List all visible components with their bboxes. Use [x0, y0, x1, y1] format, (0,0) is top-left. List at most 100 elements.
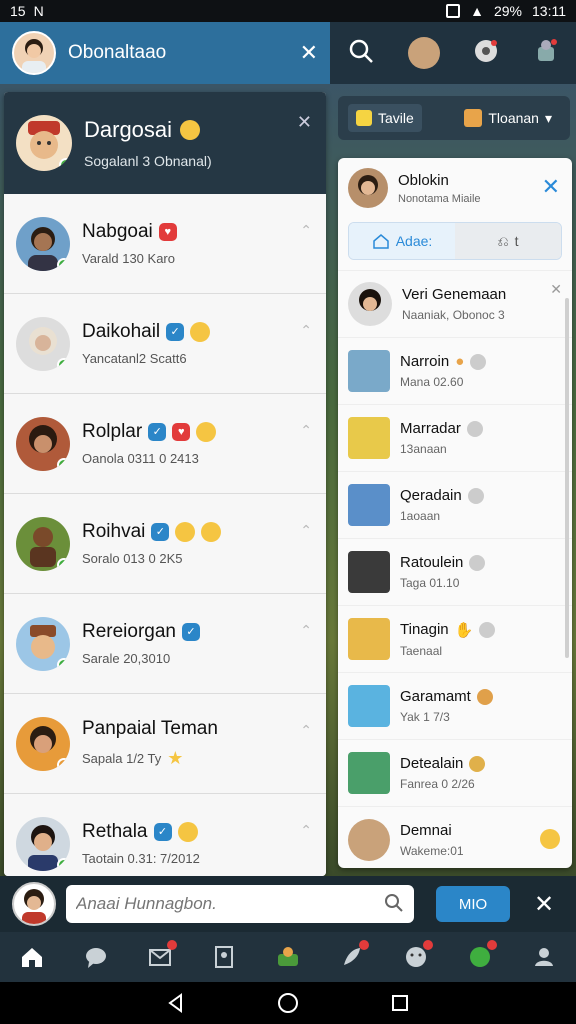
- list-item[interactable]: Rolplar ✓ ♥ Oanola 0311 0 2413 ⌃: [4, 394, 326, 494]
- segment-adae[interactable]: Adae:: [349, 223, 455, 259]
- header-avatar: [16, 115, 72, 171]
- chevron-down-icon: ▾: [544, 109, 552, 126]
- system-nav: [0, 982, 576, 1024]
- battery-percent: 29%: [493, 3, 522, 19]
- item-name: Garamamt: [400, 688, 471, 705]
- feather-icon[interactable]: [339, 940, 369, 970]
- item-name: Qeradain: [400, 487, 462, 504]
- header-name: Oblokin: [398, 171, 449, 189]
- close-icon[interactable]: ✕: [550, 281, 562, 298]
- item-meta: Mana 02.60: [400, 375, 464, 389]
- header-sub: Nonotama Miaile: [398, 192, 481, 205]
- panel-header: Dargosai Sogalanl 3 Obnanal) ✕: [4, 92, 326, 194]
- chevron-up-icon[interactable]: ⌃: [300, 722, 312, 739]
- item-meta: Taenaal: [400, 643, 443, 658]
- emoji-icon[interactable]: [403, 940, 433, 970]
- character-icon[interactable]: [532, 37, 560, 70]
- segment-other[interactable]: ⎌ t: [455, 223, 561, 259]
- avatar: [16, 316, 70, 371]
- list-item[interactable]: Rethala ✓ Taotain 0.31: 7/2012 ⌃: [4, 794, 326, 876]
- item-name: Rolplar: [82, 421, 143, 442]
- list-item[interactable]: Tinagin ✋ Taenaal: [338, 605, 572, 672]
- status-icon: [466, 420, 483, 437]
- notification-dot: [487, 940, 497, 950]
- avatar: [16, 716, 70, 771]
- list-item[interactable]: Ratoulein Taga 01.10: [338, 538, 572, 605]
- tools-icon[interactable]: ✕: [300, 40, 318, 66]
- online-indicator: [57, 257, 70, 271]
- verified-icon: ✓: [182, 623, 200, 641]
- status-bar: 15 N ▲ 29% 13:11: [0, 0, 576, 22]
- search-input[interactable]: [66, 885, 414, 923]
- search-icon[interactable]: [384, 893, 404, 913]
- character-icon: [464, 109, 483, 127]
- item-meta: Taga 01.10: [400, 576, 460, 590]
- verified-icon: ✓: [153, 823, 172, 841]
- close-icon[interactable]: ✕: [297, 112, 312, 133]
- smile-emoji-icon: [190, 322, 211, 342]
- status-icon: [469, 755, 486, 772]
- home-icon[interactable]: [19, 944, 45, 970]
- list-item[interactable]: Daikohail ✓ Yancatanl2 Scatt6 ⌃: [4, 294, 326, 394]
- status-time: 13:11: [532, 3, 566, 19]
- avatar: [348, 417, 390, 459]
- list-item[interactable]: Veri Genemaan Naaniak, Obonoc 3 ✕: [338, 270, 572, 337]
- profile-card-icon[interactable]: [211, 944, 237, 970]
- lock-icon: ⎌: [497, 232, 509, 249]
- avatar: [348, 168, 388, 208]
- avatar: [16, 816, 70, 871]
- list-item[interactable]: Detealain Fanrea 0 2/26: [338, 739, 572, 806]
- close-icon[interactable]: ✕: [542, 174, 560, 200]
- chevron-up-icon[interactable]: ⌃: [300, 622, 312, 639]
- chevron-up-icon[interactable]: ⌃: [300, 422, 312, 439]
- list-item[interactable]: Rereiorgan ✓ Sarale 20,3010 ⌃: [4, 594, 326, 694]
- online-indicator: [57, 557, 70, 571]
- item-meta: Yancatanl2 Scatt6: [82, 351, 187, 366]
- home-button-icon[interactable]: [277, 992, 299, 1014]
- tab-tavile[interactable]: Tavile: [348, 104, 422, 132]
- avatar: [348, 484, 390, 526]
- list-item[interactable]: Garamamt Yak 1 7/3: [338, 672, 572, 739]
- submit-button[interactable]: MIO: [436, 886, 510, 922]
- my-avatar[interactable]: [12, 882, 56, 926]
- notification-dot: [167, 940, 177, 950]
- heart-badge-icon: ♥: [158, 223, 177, 241]
- chevron-up-icon[interactable]: ⌃: [300, 322, 312, 339]
- thumbs-up-icon[interactable]: [467, 940, 497, 970]
- list-item[interactable]: Narroin ● Mana 02.60: [338, 337, 572, 404]
- list-item[interactable]: Roihvai ✓ Soralo 013 0 2K5 ⌃: [4, 494, 326, 594]
- item-meta: Yak 1 7/3: [400, 710, 450, 724]
- search-icon[interactable]: [347, 37, 375, 70]
- segmented-control: Adae: ⎌ t: [348, 222, 562, 260]
- online-indicator: [57, 457, 70, 471]
- user-icon[interactable]: [531, 944, 557, 970]
- list-item[interactable]: Demnai Wakeme:01: [338, 806, 572, 868]
- list-item[interactable]: Qeradain 1aoaan: [338, 471, 572, 538]
- record-icon[interactable]: [473, 38, 499, 69]
- item-meta: Wakeme:01: [400, 844, 464, 858]
- mail-icon[interactable]: [147, 940, 177, 970]
- user-avatar[interactable]: [407, 37, 440, 69]
- back-icon[interactable]: [166, 993, 186, 1013]
- folder-icon: [356, 110, 372, 126]
- tab-tloanan[interactable]: Tloanan ▾: [456, 103, 560, 133]
- online-indicator: [59, 158, 72, 171]
- item-meta: Taotain 0.31: 7/2012: [82, 851, 200, 866]
- profile-avatar[interactable]: [12, 31, 56, 75]
- list-item[interactable]: Nabgoai ♥ Varald 130 Karo ⌃: [4, 194, 326, 294]
- close-icon[interactable]: ✕: [534, 890, 554, 919]
- game-icon[interactable]: [275, 944, 301, 970]
- notification-dot: [423, 940, 433, 950]
- notification-icon: [446, 4, 461, 18]
- item-name: Marradar: [400, 420, 461, 437]
- chat-icon[interactable]: [83, 944, 109, 970]
- recents-icon[interactable]: [390, 993, 410, 1013]
- item-name: Demnai: [400, 822, 452, 839]
- scrollbar[interactable]: [565, 298, 569, 658]
- chevron-up-icon[interactable]: ⌃: [300, 222, 312, 239]
- list-item[interactable]: Marradar 13anaan: [338, 404, 572, 471]
- chevron-up-icon[interactable]: ⌃: [300, 822, 312, 839]
- wave-icon: ✋: [454, 621, 474, 639]
- chevron-up-icon[interactable]: ⌃: [300, 522, 312, 539]
- list-item[interactable]: Panpaial Teman Sapala 1/2 Ty ★ ⌃: [4, 694, 326, 794]
